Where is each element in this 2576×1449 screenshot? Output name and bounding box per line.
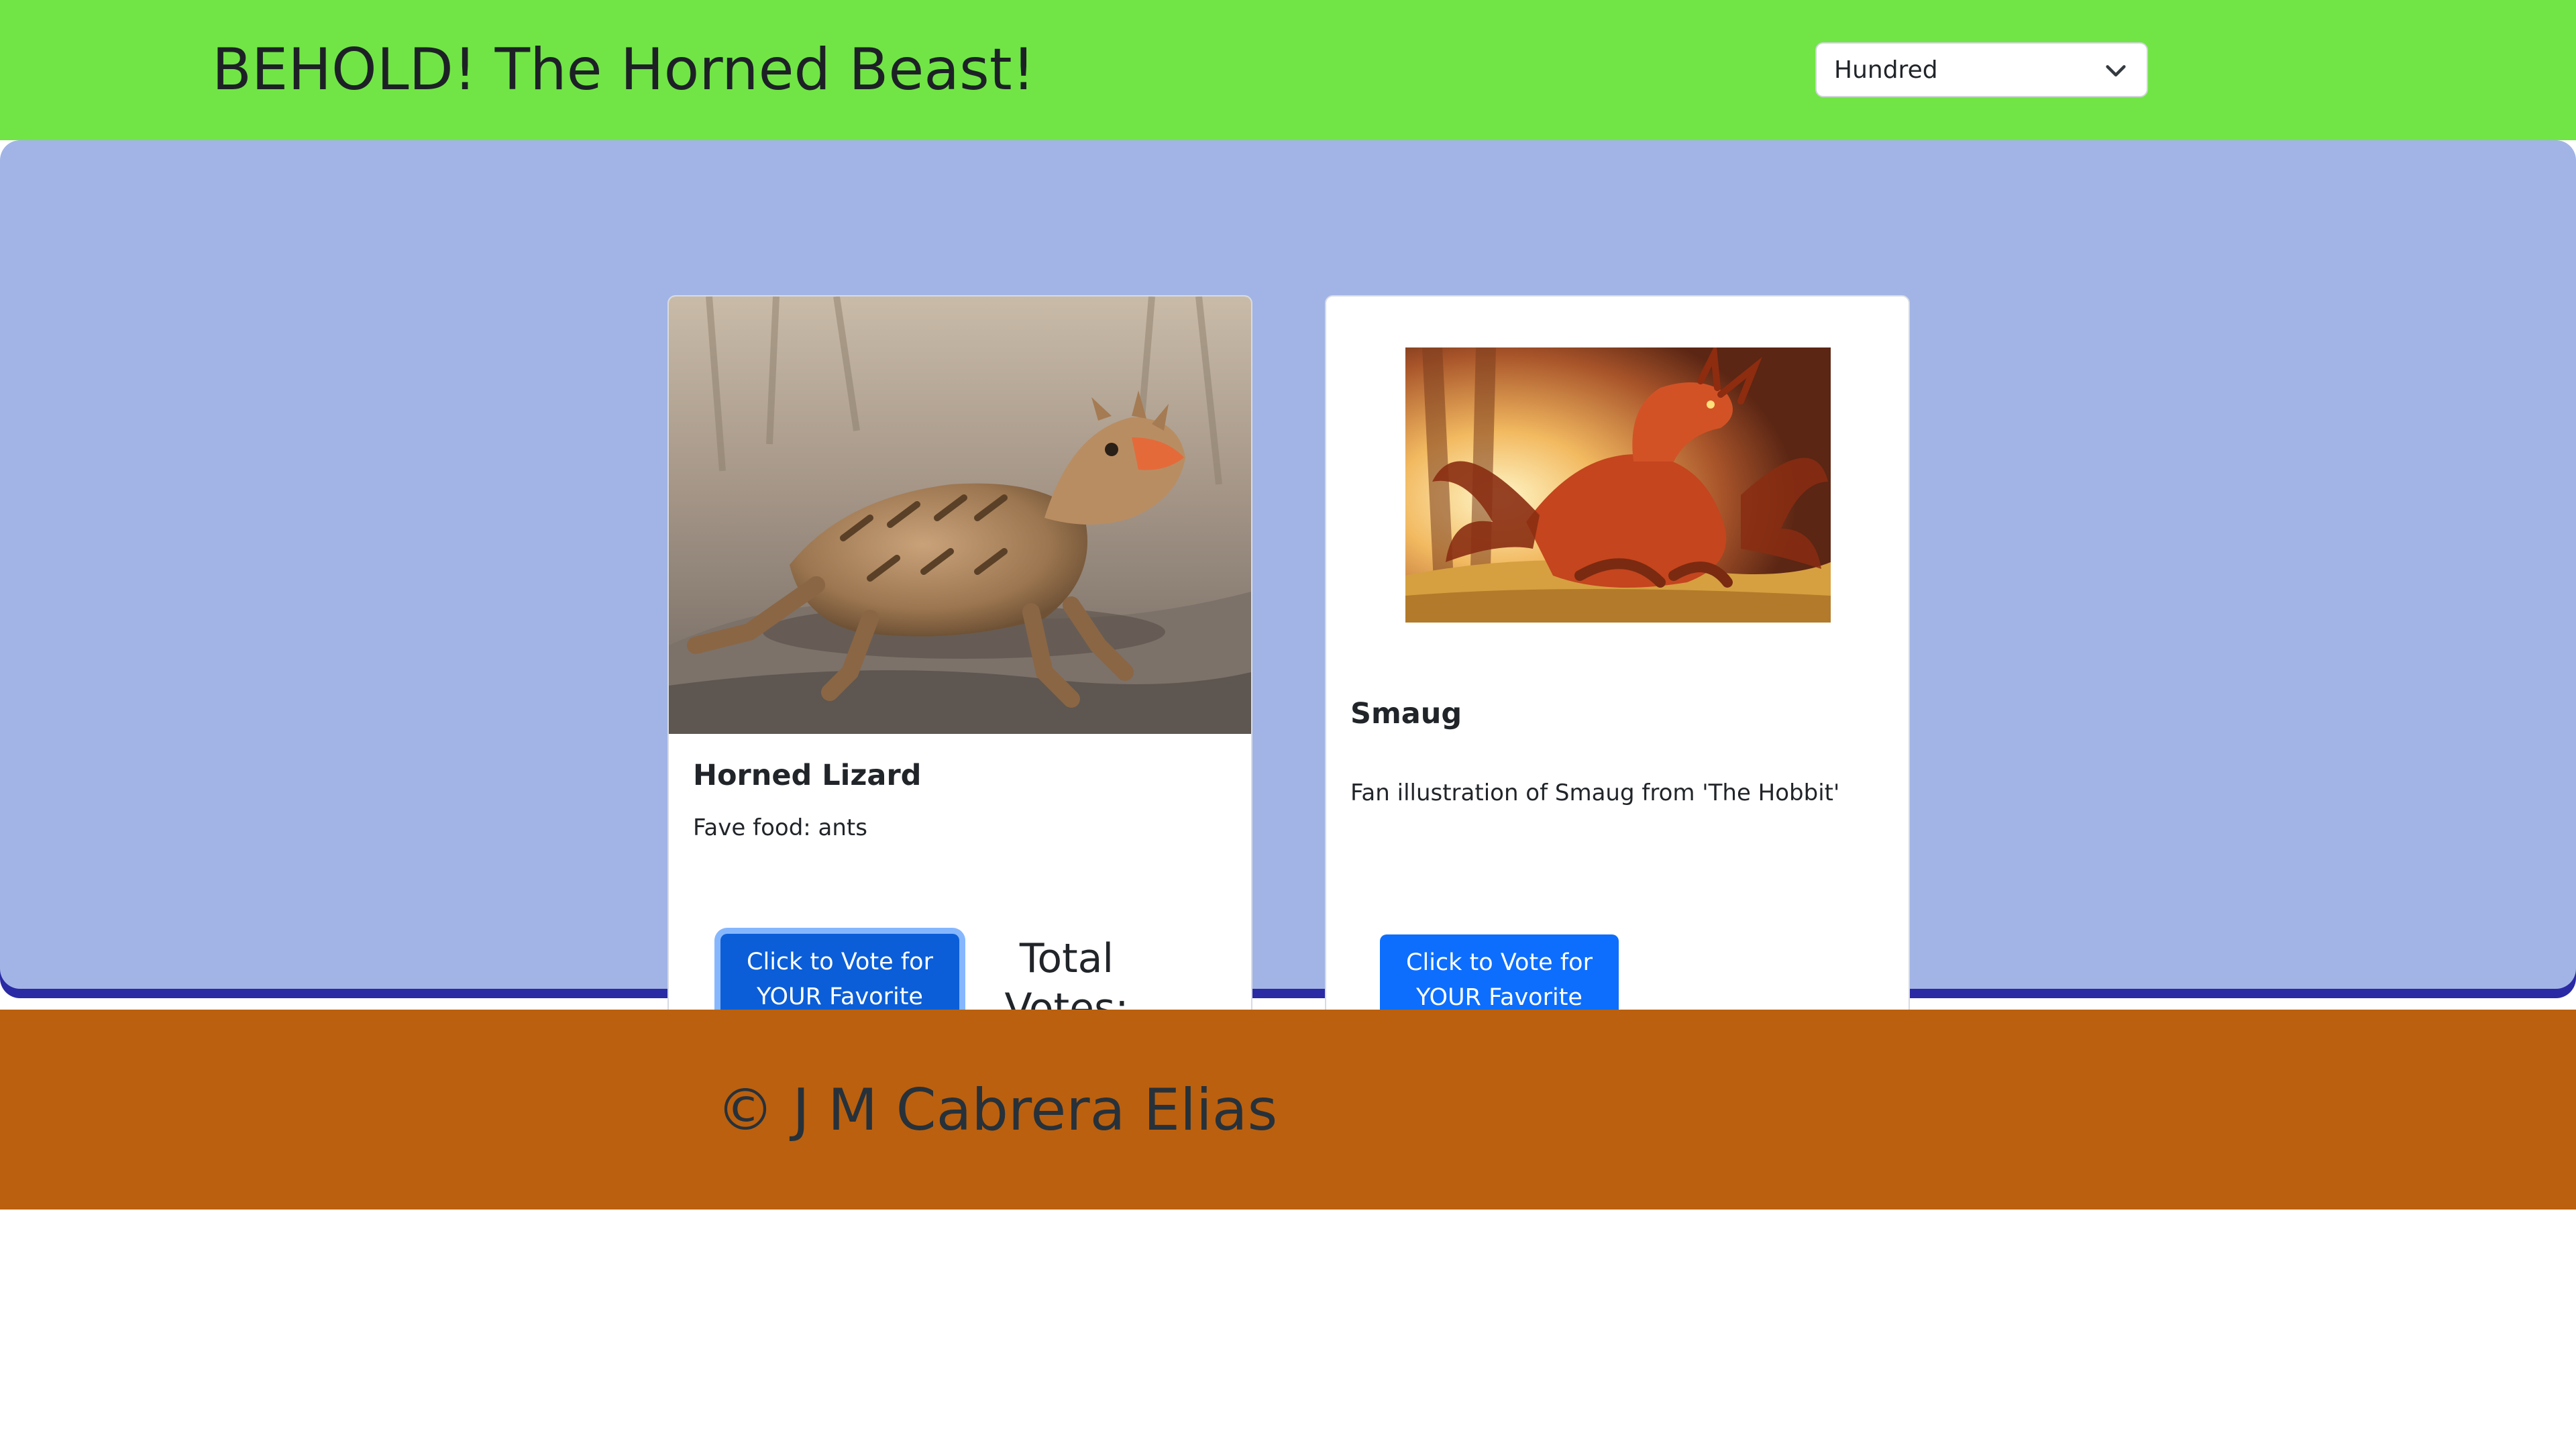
- card-description: Fan illustration of Smaug from 'The Hobb…: [1350, 780, 1840, 806]
- card-description: Fave food: ants: [693, 814, 867, 841]
- horned-lizard-image[interactable]: [669, 297, 1251, 734]
- beast-card-smaug: Smaug Fan illustration of Smaug from 'Th…: [1325, 295, 1910, 1114]
- card-title: Smaug: [1350, 697, 1462, 731]
- card-title: Horned Lizard: [693, 759, 922, 792]
- beast-filter-select[interactable]: Hundred: [1815, 42, 2148, 97]
- site-header: BEHOLD! The Horned Beast! Hundred: [0, 0, 2576, 140]
- chevron-down-icon: [2106, 65, 2126, 76]
- beast-gallery: Horned Lizard Fave food: ants Click to V…: [0, 140, 2576, 1114]
- site-footer: © J M Cabrera Elias: [0, 1010, 2576, 1210]
- smaug-image[interactable]: [1405, 347, 1831, 623]
- page-title: BEHOLD! The Horned Beast!: [212, 36, 1036, 103]
- beast-card-horned-lizard: Horned Lizard Fave food: ants Click to V…: [667, 295, 1252, 1114]
- select-value: Hundred: [1834, 56, 1938, 84]
- copyright-text: © J M Cabrera Elias: [716, 1077, 1278, 1144]
